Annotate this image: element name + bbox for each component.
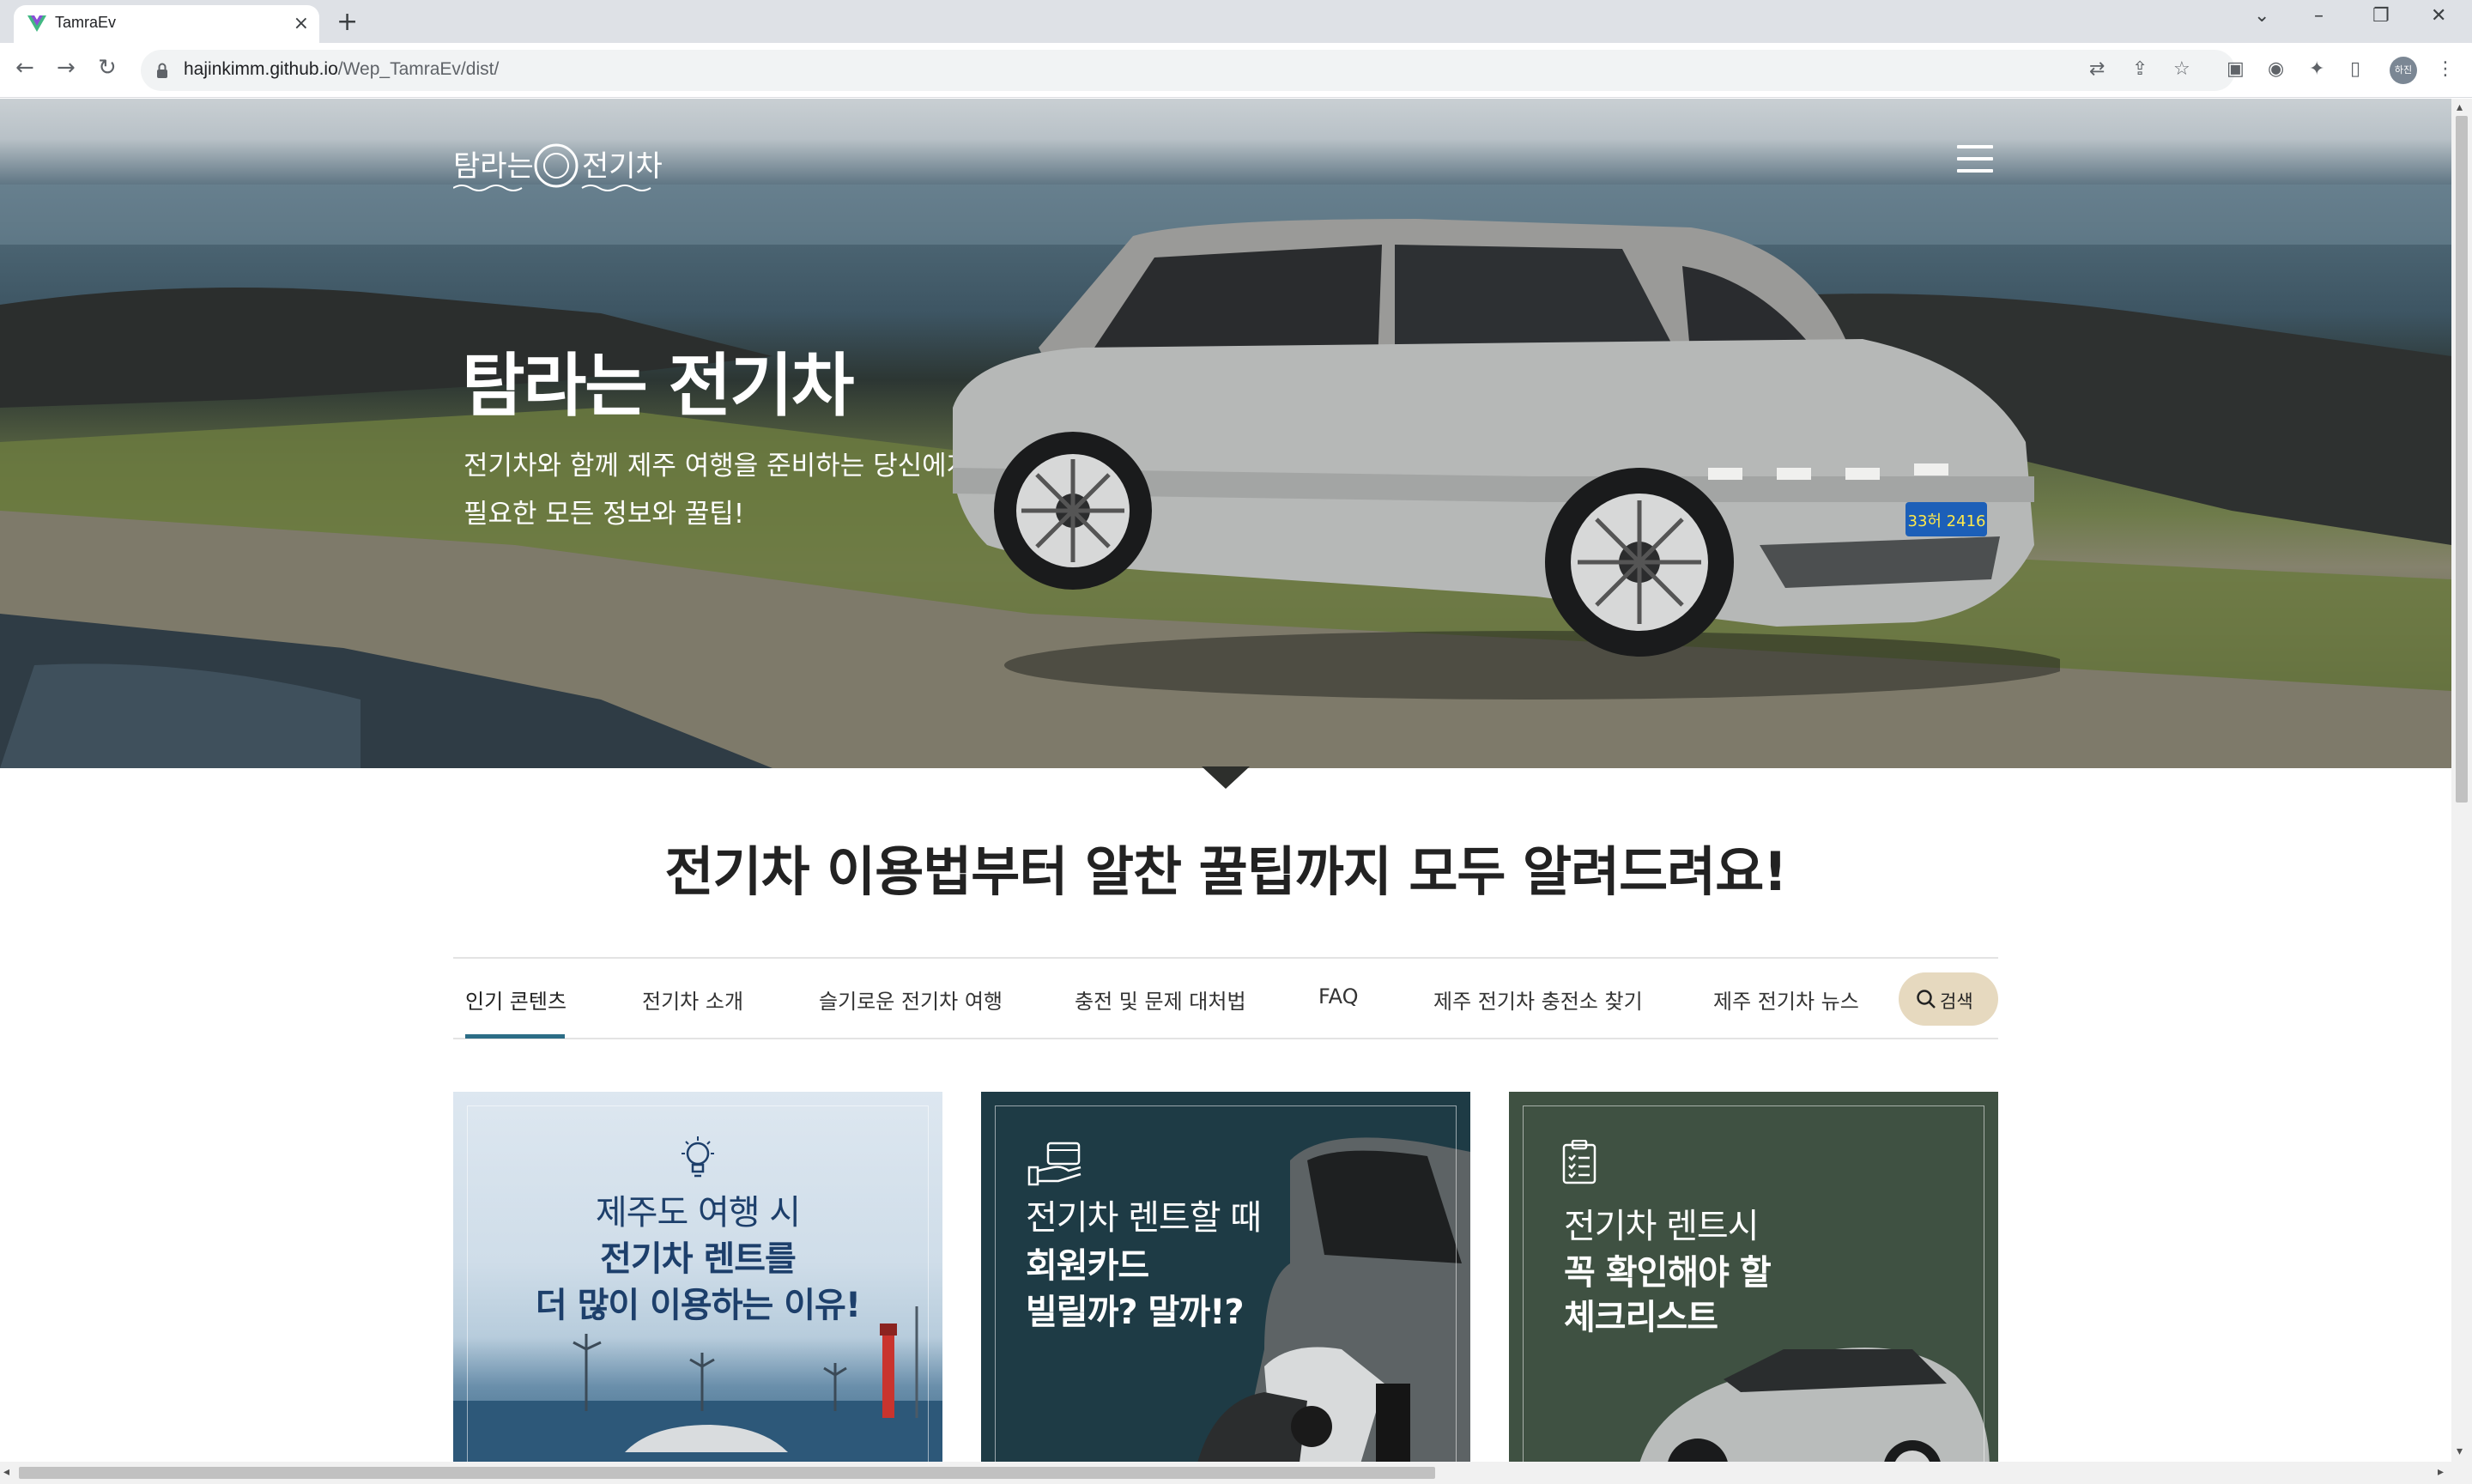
hero-banner: 탐라는 전기차 탐라는 전기차 전기차와 함께 제주 여행을 준비하는 당신에게… [0,99,2451,768]
lock-icon [157,63,167,78]
active-tab-underline [465,1034,565,1039]
card-title-line: 더 많이 이용하는 이유! [535,1286,861,1325]
hamburger-line [1957,169,1993,173]
search-icon [1917,990,1936,1009]
electric-car-image: 33허 2416 [953,219,2060,700]
browser-tab[interactable]: TamraEv × [14,5,319,43]
card-hand-icon [1027,1142,1082,1186]
lightbulb-icon [682,1136,714,1178]
svg-text:탐라는: 탐라는 [453,149,534,184]
card-title-line: 제주도 여행 시 [595,1193,801,1233]
card-title-line: 회원카드 [1026,1246,1149,1286]
horizontal-scrollbar[interactable]: ◂ ▸ [0,1462,2472,1484]
content-card[interactable]: 전기차 렌트시 꼭 확인해야 할 체크리스트 [1509,1092,1998,1462]
svg-text:전기차: 전기차 [582,149,663,184]
card-title-line: 전기차 렌트할 때 [1026,1198,1262,1238]
browser-menu-icon[interactable]: ⋮ [2436,58,2455,80]
translate-icon[interactable]: ⇄ [2089,58,2105,80]
tab-popular-content[interactable]: 인기 콘텐츠 [465,984,566,1015]
hamburger-line [1957,157,1993,161]
tab-search-icon[interactable]: ⌄ [2254,5,2269,27]
browser-toolbar: ← → ↻ hajinkimm.github.io/Wep_TamraEv/di… [0,43,2472,98]
search-label: 검색 [1940,991,1973,1012]
scroll-down-icon[interactable]: ▾ [2457,1445,2463,1458]
hero-subtitle: 전기차와 함께 제주 여행을 준비하는 당신에게 필요한 모든 정보와 꿀팁! [464,442,971,538]
site-logo[interactable]: 탐라는 전기차 [453,138,668,193]
page-viewport: 탐라는 전기차 탐라는 전기차 전기차와 함께 제주 여행을 준비하는 당신에게… [0,99,2451,1462]
hero-title: 탐라는 전기차 [462,346,854,426]
browser-tab-strip: TamraEv × + ⌄ – ❐ ✕ [0,0,2472,43]
vertical-scrollbar[interactable]: ▴ ▾ [2451,99,2472,1462]
card-title-line: 전기차 렌트시 [1564,1207,1760,1246]
forward-icon[interactable]: → [57,55,76,81]
vertical-scroll-thumb[interactable] [2456,116,2468,803]
tab-jeju-ev-news[interactable]: 제주 전기차 뉴스 [1713,984,1859,1015]
vue-logo-icon [27,15,46,32]
new-tab-icon[interactable]: + [336,7,358,37]
close-window-icon[interactable]: ✕ [2431,5,2446,27]
tab-faq[interactable]: FAQ [1318,984,1359,1009]
side-panel-icon[interactable]: ▯ [2350,58,2360,80]
hero-scroll-notch [1202,766,1250,789]
hero-subtitle-line: 필요한 모든 정보와 꿀팁! [464,499,745,530]
card-title-line: 체크리스트 [1564,1298,1718,1337]
url-host: hajinkimm.github.io [184,59,338,79]
content-card[interactable]: 제주도 여행 시 전기차 렌트를 더 많이 이용하는 이유! [453,1092,942,1462]
license-plate-text: 33허 2416 [1908,512,1986,530]
card-title-line: 전기차 렌트를 [600,1239,797,1279]
tab-title: TamraEv [55,14,117,31]
address-bar[interactable]: hajinkimm.github.io/Wep_TamraEv/dist/ ⇄ … [141,50,2235,91]
share-icon[interactable]: ⇪ [2132,58,2148,80]
reload-icon[interactable]: ↻ [98,55,117,81]
card-title-line: 빌릴까? 말까!? [1026,1293,1245,1332]
image-extension-icon[interactable]: ▣ [2227,58,2245,80]
scroll-right-icon[interactable]: ▸ [2438,1465,2444,1479]
search-button[interactable]: 검색 [1899,972,1998,1026]
card-title-line: 꼭 확인해야 할 [1564,1253,1772,1293]
back-icon[interactable]: ← [15,55,34,81]
url-path: /Wep_TamraEv/dist/ [337,59,500,79]
tab-find-charging-station[interactable]: 제주 전기차 충전소 찾기 [1433,984,1643,1015]
tab-charging-troubleshooting[interactable]: 충전 및 문제 대처법 [1075,984,1246,1015]
hamburger-line [1957,145,1993,148]
tab-smart-ev-travel[interactable]: 슬기로운 전기차 여행 [819,984,1003,1015]
extensions-puzzle-icon[interactable]: ✦ [2309,58,2324,80]
hamburger-menu-icon[interactable] [1957,145,1993,173]
clipboard-icon [1562,1140,1596,1184]
horizontal-scroll-thumb[interactable] [19,1467,1435,1479]
scroll-left-icon[interactable]: ◂ [3,1465,9,1479]
minimize-icon[interactable]: – [2314,5,2324,27]
content-tabs: 인기 콘텐츠 전기차 소개 슬기로운 전기차 여행 충전 및 문제 대처법 FA… [453,957,1998,1039]
section-title: 전기차 이용법부터 알찬 꿀팁까지 모두 알려드려요! [664,840,1787,903]
url-text: hajinkimm.github.io/Wep_TamraEv/dist/ [184,59,499,80]
bookmark-star-icon[interactable]: ☆ [2173,58,2190,80]
content-card[interactable]: 전기차 렌트할 때 회원카드 빌릴까? 말까!? [981,1092,1470,1462]
tab-close-icon[interactable]: × [294,13,309,34]
restore-icon[interactable]: ❐ [2372,5,2390,27]
scroll-up-icon[interactable]: ▴ [2457,100,2463,114]
hero-subtitle-line: 전기차와 함께 제주 여행을 준비하는 당신에게 [464,451,972,482]
profile-avatar[interactable]: 하진 [2390,57,2417,84]
extension-badge-icon[interactable]: ◉ [2268,58,2284,80]
tab-ev-intro[interactable]: 전기차 소개 [642,984,743,1015]
